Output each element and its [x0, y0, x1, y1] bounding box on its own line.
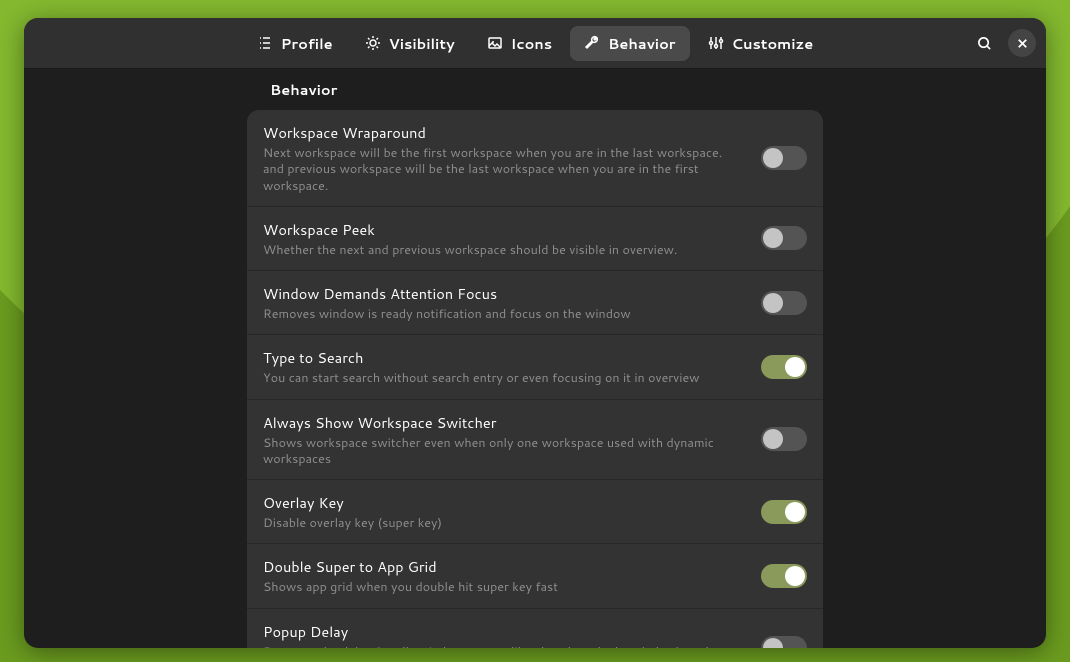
toggle-double-super[interactable]: [761, 564, 807, 588]
row-title: Workspace Wraparound: [263, 122, 741, 143]
toggle-workspace-peek[interactable]: [761, 226, 807, 250]
content-area: Behavior Workspace Wraparound Next works…: [24, 69, 1046, 648]
row-desc: Next workspace will be the first workspa…: [263, 145, 741, 194]
row-title: Double Super to App Grid: [263, 556, 741, 577]
wrench-icon: [584, 35, 600, 51]
row-workspace-wraparound: Workspace Wraparound Next workspace will…: [247, 110, 823, 207]
row-desc: Removes window is ready notification and…: [263, 306, 741, 322]
toggle-window-demands-attention[interactable]: [761, 291, 807, 315]
toggle-workspace-wraparound[interactable]: [761, 146, 807, 170]
tab-label: Customize: [732, 33, 814, 54]
sun-icon: [365, 35, 381, 51]
row-always-show-workspace-switcher: Always Show Workspace Switcher Shows wor…: [247, 400, 823, 481]
row-title: Workspace Peek: [263, 219, 741, 240]
header-bar: Profile Visibility Icons Behavior Custom…: [24, 18, 1046, 69]
search-button[interactable]: [970, 29, 998, 57]
row-desc: Shows workspace switcher even when only …: [263, 435, 741, 468]
tab-customize[interactable]: Customize: [694, 26, 828, 61]
settings-window: Profile Visibility Icons Behavior Custom…: [24, 18, 1046, 648]
row-desc: You can start search without search entr…: [263, 370, 741, 386]
tab-icons[interactable]: Icons: [473, 26, 566, 61]
row-desc: Removes the delay for all switcher popup…: [263, 644, 741, 649]
toggle-overlay-key[interactable]: [761, 500, 807, 524]
toggle-always-show-workspace-switcher[interactable]: [761, 427, 807, 451]
sliders-icon: [708, 35, 724, 51]
row-title: Overlay Key: [263, 492, 741, 513]
tab-bar: Profile Visibility Icons Behavior Custom…: [243, 26, 828, 61]
tab-visibility[interactable]: Visibility: [351, 26, 469, 61]
row-workspace-peek: Workspace Peek Whether the next and prev…: [247, 207, 823, 271]
image-icon: [487, 35, 503, 51]
row-desc: Whether the next and previous workspace …: [263, 242, 741, 258]
row-window-demands-attention: Window Demands Attention Focus Removes w…: [247, 271, 823, 335]
row-title: Type to Search: [263, 347, 741, 368]
tab-label: Icons: [511, 33, 552, 54]
tab-label: Behavior: [608, 33, 675, 54]
search-icon: [977, 36, 992, 51]
row-title: Popup Delay: [263, 621, 741, 642]
tab-label: Visibility: [389, 33, 455, 54]
row-popup-delay: Popup Delay Removes the delay for all sw…: [247, 609, 823, 649]
section-title: Behavior: [270, 79, 1046, 100]
toggle-popup-delay[interactable]: [761, 636, 807, 648]
row-double-super: Double Super to App Grid Shows app grid …: [247, 544, 823, 608]
tab-profile[interactable]: Profile: [243, 26, 347, 61]
row-desc: Shows app grid when you double hit super…: [263, 579, 741, 595]
settings-list: Workspace Wraparound Next workspace will…: [247, 110, 823, 648]
row-type-to-search: Type to Search You can start search with…: [247, 335, 823, 399]
row-desc: Disable overlay key (super key): [263, 515, 741, 531]
list-icon: [257, 35, 273, 51]
row-title: Always Show Workspace Switcher: [263, 412, 741, 433]
close-icon: [1015, 36, 1030, 51]
close-button[interactable]: [1008, 29, 1036, 57]
tab-label: Profile: [281, 33, 333, 54]
row-title: Window Demands Attention Focus: [263, 283, 741, 304]
tab-behavior[interactable]: Behavior: [570, 26, 689, 61]
toggle-type-to-search[interactable]: [761, 355, 807, 379]
row-overlay-key: Overlay Key Disable overlay key (super k…: [247, 480, 823, 544]
